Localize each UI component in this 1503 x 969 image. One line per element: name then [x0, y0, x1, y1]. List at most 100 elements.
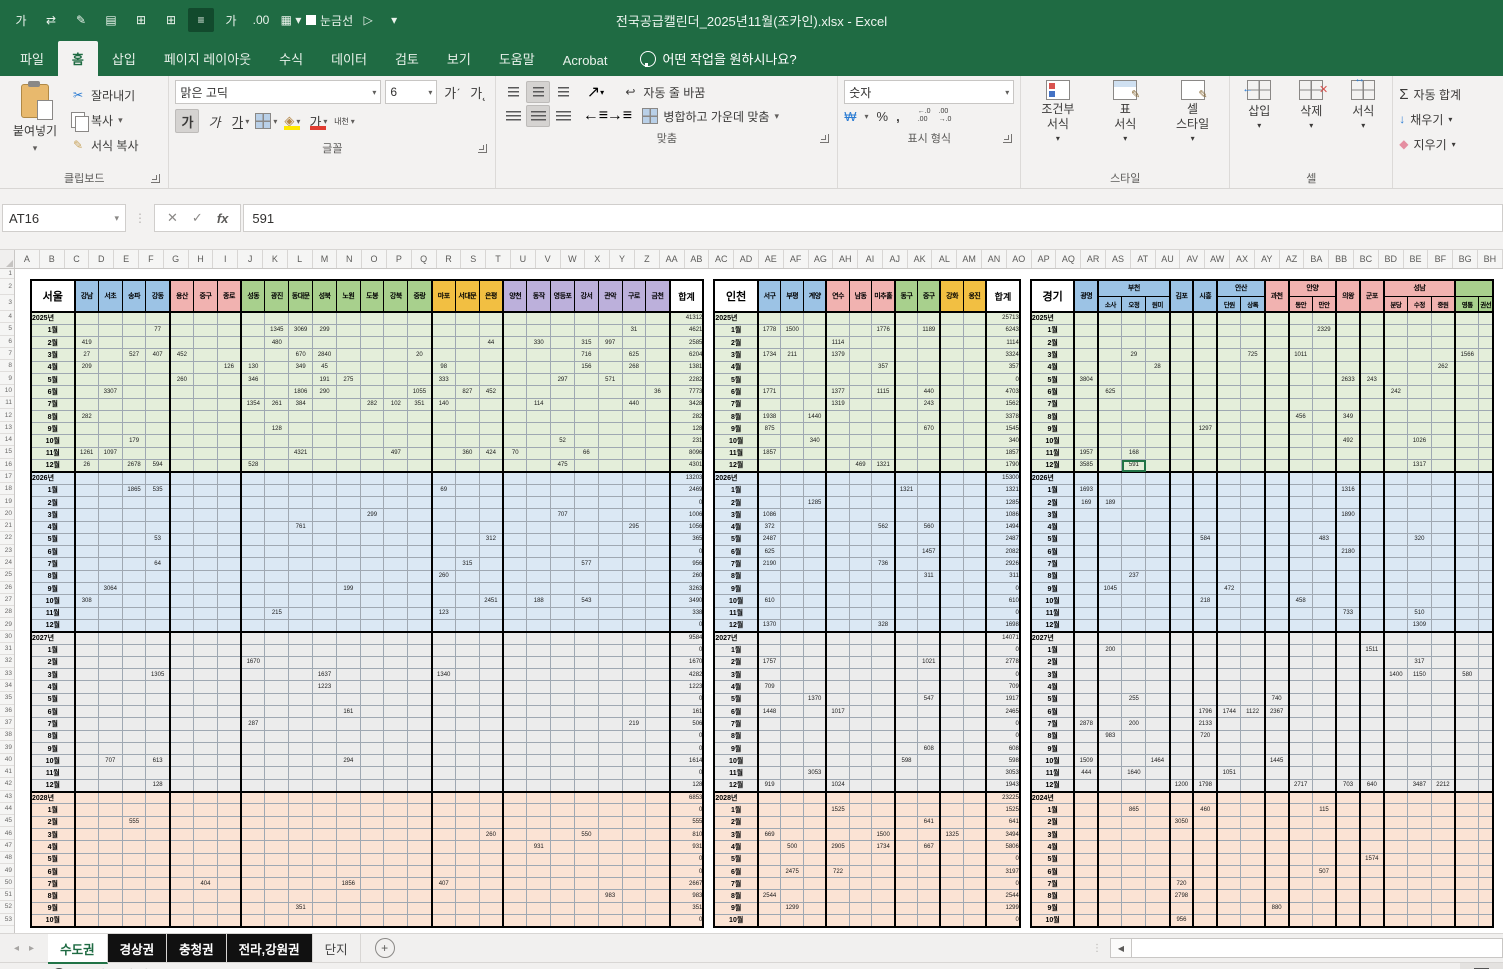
- cell[interactable]: [1454, 877, 1480, 891]
- cell[interactable]: [454, 470, 480, 485]
- cell[interactable]: [1311, 914, 1338, 928]
- cell[interactable]: [1169, 446, 1195, 461]
- cell[interactable]: [216, 827, 243, 842]
- cell[interactable]: [597, 532, 623, 547]
- cell[interactable]: [193, 606, 218, 620]
- cell[interactable]: [1311, 545, 1338, 559]
- cell[interactable]: [825, 692, 850, 707]
- cell[interactable]: [121, 545, 147, 559]
- cell[interactable]: [871, 582, 896, 596]
- cell[interactable]: [312, 532, 337, 547]
- cell[interactable]: [574, 729, 599, 743]
- cell[interactable]: [145, 606, 171, 620]
- cell[interactable]: 722: [825, 864, 850, 879]
- cell[interactable]: [1383, 877, 1409, 891]
- cell[interactable]: [597, 827, 623, 842]
- cell[interactable]: [645, 495, 671, 510]
- cell[interactable]: [574, 680, 599, 694]
- cell[interactable]: [193, 594, 218, 608]
- cell[interactable]: [264, 372, 290, 387]
- row-header-36[interactable]: 36: [0, 705, 14, 717]
- cell[interactable]: [1192, 459, 1219, 473]
- cell[interactable]: [1073, 901, 1100, 916]
- cell[interactable]: [780, 520, 805, 534]
- cell[interactable]: [478, 618, 505, 633]
- cell[interactable]: [1383, 360, 1409, 374]
- cell[interactable]: [193, 803, 218, 817]
- cell[interactable]: [1145, 323, 1171, 338]
- cell[interactable]: [407, 532, 433, 547]
- cell[interactable]: [1145, 766, 1171, 780]
- cell[interactable]: 1051: [1216, 766, 1242, 780]
- cell[interactable]: [1169, 790, 1195, 805]
- cell[interactable]: [1121, 754, 1147, 768]
- cell[interactable]: 452: [169, 348, 195, 362]
- cell[interactable]: [550, 348, 576, 362]
- cell[interactable]: [526, 422, 552, 436]
- cell[interactable]: [1311, 434, 1338, 448]
- cell[interactable]: [1264, 470, 1290, 485]
- cell[interactable]: [825, 459, 850, 473]
- cell[interactable]: [574, 310, 599, 325]
- cell[interactable]: [1288, 754, 1313, 768]
- cell[interactable]: [780, 704, 805, 719]
- cell[interactable]: [1478, 729, 1495, 743]
- cell[interactable]: [216, 680, 243, 694]
- cell[interactable]: [193, 569, 218, 584]
- cell[interactable]: [939, 889, 964, 903]
- cell[interactable]: [917, 704, 942, 719]
- cell[interactable]: [825, 446, 850, 461]
- cell[interactable]: [502, 483, 528, 497]
- cell[interactable]: [502, 741, 528, 756]
- cell[interactable]: [502, 766, 528, 780]
- col-header-영등포[interactable]: 영등포: [550, 279, 576, 313]
- cell[interactable]: 1345: [264, 323, 290, 338]
- cell[interactable]: [1288, 495, 1313, 510]
- column-header-S[interactable]: S: [461, 250, 487, 268]
- cell[interactable]: 931: [526, 840, 552, 854]
- cell[interactable]: [645, 692, 671, 707]
- tell-me-search[interactable]: 어떤 작업을 원하시나요?: [639, 49, 797, 76]
- cell[interactable]: 2678: [121, 459, 147, 473]
- cell[interactable]: [335, 889, 361, 903]
- row-header-13[interactable]: 13: [0, 422, 14, 434]
- ribbon-tab-Acrobat[interactable]: Acrobat: [549, 45, 622, 76]
- cell[interactable]: [825, 741, 850, 756]
- cell[interactable]: [871, 852, 896, 866]
- cell[interactable]: [780, 310, 805, 325]
- row-header-21[interactable]: 21: [0, 520, 14, 533]
- cell[interactable]: 460: [1192, 803, 1219, 817]
- cell[interactable]: [454, 778, 480, 793]
- cell[interactable]: [312, 594, 337, 608]
- cell[interactable]: [97, 741, 123, 756]
- cell[interactable]: [1145, 668, 1171, 682]
- cell[interactable]: [1383, 889, 1409, 903]
- cell[interactable]: [1073, 630, 1100, 645]
- cell[interactable]: [803, 422, 828, 436]
- cell[interactable]: [962, 360, 988, 374]
- cell[interactable]: [871, 372, 896, 387]
- cell[interactable]: [145, 901, 171, 916]
- cell[interactable]: [1097, 545, 1123, 559]
- cell[interactable]: [264, 668, 290, 682]
- cell[interactable]: [848, 815, 873, 829]
- cell[interactable]: [550, 815, 576, 829]
- cell[interactable]: [1288, 557, 1313, 571]
- cell[interactable]: [121, 372, 147, 387]
- cell[interactable]: [597, 557, 623, 571]
- cell[interactable]: [240, 914, 266, 928]
- cell[interactable]: [1073, 704, 1100, 719]
- cell[interactable]: [1216, 360, 1242, 374]
- cell[interactable]: [803, 532, 828, 547]
- cell[interactable]: [803, 397, 828, 411]
- cell[interactable]: [312, 790, 337, 805]
- cell[interactable]: [193, 495, 218, 510]
- column-header-BE[interactable]: BE: [1404, 250, 1429, 268]
- cell[interactable]: [1288, 668, 1313, 682]
- cell[interactable]: [240, 704, 266, 719]
- cell[interactable]: [383, 889, 409, 903]
- cell[interactable]: [550, 336, 576, 350]
- cell[interactable]: [312, 717, 337, 731]
- cell[interactable]: [1288, 815, 1313, 829]
- cell[interactable]: [757, 372, 782, 387]
